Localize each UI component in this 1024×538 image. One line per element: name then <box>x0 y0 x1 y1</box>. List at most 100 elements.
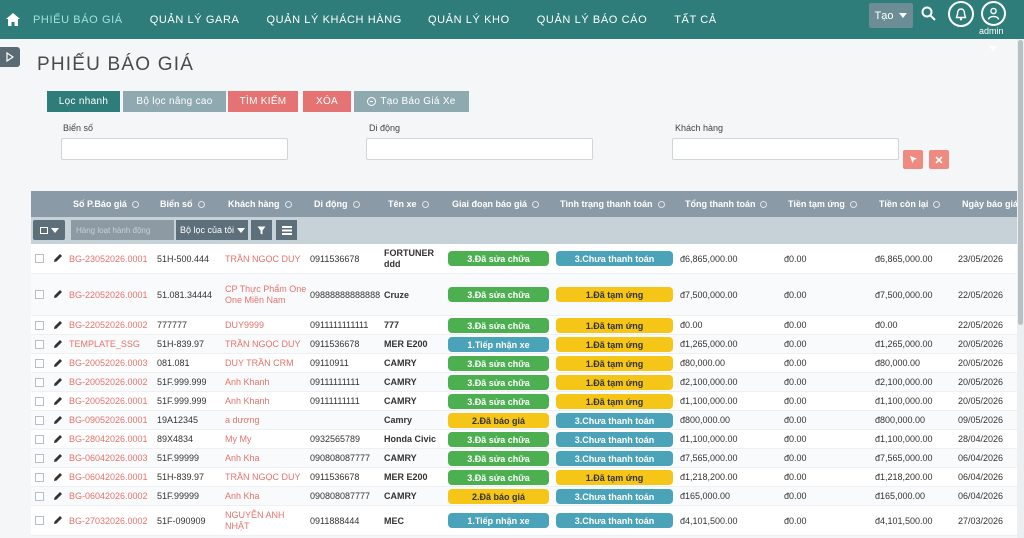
clear-filter-icon[interactable] <box>929 150 949 169</box>
row-checkbox[interactable] <box>35 321 44 330</box>
table-row[interactable]: BG-27032026.0002 51F-090909 NGUYỄN ANH NHẬ… <box>31 506 1017 536</box>
create-quote-button[interactable]: Tạo Báo Giá Xe <box>354 91 469 112</box>
col-payment[interactable]: Tình trạng thanh toán <box>560 191 665 217</box>
customer-link[interactable]: Anh Kha <box>225 487 307 506</box>
pencil-icon[interactable] <box>53 289 63 302</box>
quote-number-link[interactable]: BG-23052026.0001 <box>69 244 155 274</box>
table-row[interactable]: BG-06042026.0003 51F.99999 Anh Kha 09080808… <box>31 449 1017 468</box>
customer-link[interactable]: My My <box>225 430 307 449</box>
columns-list-icon[interactable] <box>276 220 297 240</box>
col-quote-no[interactable]: Số P.Báo giá <box>73 191 139 217</box>
chevron-down-icon[interactable] <box>989 46 997 51</box>
bulk-action-select[interactable]: Hàng loạt hành động <box>71 220 174 240</box>
table-row[interactable]: TEMPLATE_SSG 51H-839.97 TRẦN NGỌC DUY 09115… <box>31 335 1017 354</box>
quote-number-link[interactable]: TEMPLATE_SSG <box>69 335 155 354</box>
col-date[interactable]: Ngày báo giá <box>962 191 1024 217</box>
filter-icon[interactable] <box>251 220 272 240</box>
nav-quotes[interactable]: PHIẾU BÁO GIÁ <box>33 0 123 39</box>
quote-number-link[interactable]: BG-20052026.0001 <box>69 392 155 411</box>
pencil-icon[interactable] <box>53 320 63 333</box>
customer-link[interactable]: CP Thực Phẩm One One Miền Nam <box>225 274 307 316</box>
customer-link[interactable]: TRẦN NGỌC DUY <box>225 468 307 487</box>
customer-link[interactable]: a dương <box>225 411 307 430</box>
table-row[interactable]: BG-23052026.0001 51H-500.444 TRẦN NGỌC DUY… <box>31 244 1017 274</box>
pencil-icon[interactable] <box>53 396 63 409</box>
table-row[interactable]: BG-06042026.0001 51H-839.97 TRẦN NGỌC DUY 0… <box>31 468 1017 487</box>
row-checkbox[interactable] <box>35 340 44 349</box>
pencil-icon[interactable] <box>53 515 63 528</box>
col-advance[interactable]: Tiền tạm ứng <box>788 191 857 217</box>
scrollbar-thumb[interactable] <box>1018 40 1023 325</box>
customer-link[interactable]: TRẦN NGỌC DUY <box>225 244 307 274</box>
select-cursor-icon[interactable] <box>903 150 923 169</box>
quote-number-link[interactable]: BG-28042026.0001 <box>69 430 155 449</box>
table-row[interactable]: BG-20052026.0002 51F.999.999 Anh Khanh 0911… <box>31 373 1017 392</box>
table-row[interactable]: BG-20052026.0003 081.081 DUY TRẦN CRM 09110… <box>31 354 1017 373</box>
table-row[interactable]: BG-09052026.0001 19A12345 a dương Camry đ800… <box>31 411 1017 430</box>
customer-link[interactable]: DUY9999 <box>225 316 307 335</box>
nav-customers[interactable]: QUẢN LÝ KHÁCH HÀNG <box>266 0 402 39</box>
nav-warehouse[interactable]: QUẢN LÝ KHO <box>428 0 510 39</box>
col-remain[interactable]: Tiền còn lại <box>879 191 941 217</box>
user-avatar-icon[interactable] <box>981 1 1006 26</box>
home-icon[interactable] <box>0 0 26 39</box>
row-checkbox[interactable] <box>35 516 44 525</box>
quote-number-link[interactable]: BG-09052026.0001 <box>69 411 155 430</box>
my-filter-dropdown[interactable]: Bộ lọc của tôi <box>176 220 248 240</box>
pencil-icon[interactable] <box>53 415 63 428</box>
nav-all[interactable]: TẤT CẢ <box>674 0 717 39</box>
table-row[interactable]: BG-06042026.0002 51F.99999 Anh Kha 09080808… <box>31 487 1017 506</box>
customer-link[interactable]: Anh Khanh <box>225 373 307 392</box>
pencil-icon[interactable] <box>53 253 63 266</box>
pencil-icon[interactable] <box>53 339 63 352</box>
col-car[interactable]: Tên xe <box>388 191 429 217</box>
quote-number-link[interactable]: BG-06042026.0002 <box>69 487 155 506</box>
customer-link[interactable]: NGUYỄN ANH NHẬT <box>225 506 307 536</box>
row-checkbox[interactable] <box>35 378 44 387</box>
pencil-icon[interactable] <box>53 491 63 504</box>
pencil-icon[interactable] <box>53 358 63 371</box>
customer-link[interactable]: Anh Kha <box>225 449 307 468</box>
quick-filter-button[interactable]: Lọc nhanh <box>47 91 120 112</box>
row-checkbox[interactable] <box>35 435 44 444</box>
quote-number-link[interactable]: BG-27032026.0002 <box>69 506 155 536</box>
customer-link[interactable]: Anh Khanh <box>225 392 307 411</box>
advanced-filter-button[interactable]: Bộ lọc nâng cao <box>123 91 226 112</box>
table-row[interactable]: BG-22052026.0001 51.081.34444 CP Thực Phẩm… <box>31 274 1017 316</box>
pencil-icon[interactable] <box>53 453 63 466</box>
pencil-icon[interactable] <box>53 472 63 485</box>
customer-filter-input[interactable] <box>672 138 899 160</box>
phone-filter-input[interactable] <box>366 138 593 160</box>
search-icon[interactable] <box>921 6 936 24</box>
row-checkbox[interactable] <box>35 473 44 482</box>
search-button[interactable]: Tìm kiếm <box>228 91 298 112</box>
nav-garage[interactable]: QUẢN LÝ GARA <box>150 0 240 39</box>
plate-filter-input[interactable] <box>61 138 288 160</box>
table-row[interactable]: BG-20052026.0001 51F.999.999 Anh Khanh 0911… <box>31 392 1017 411</box>
table-row[interactable]: BG-22052026.0002 777777 DUY9999 09111111111… <box>31 316 1017 335</box>
row-checkbox[interactable] <box>35 416 44 425</box>
select-all-dropdown[interactable] <box>33 220 65 240</box>
col-plate[interactable]: Biển số <box>160 191 205 217</box>
quote-number-link[interactable]: BG-22052026.0002 <box>69 316 155 335</box>
customer-link[interactable]: DUY TRẦN CRM <box>225 354 307 373</box>
nav-reports[interactable]: QUẢN LÝ BÁO CÁO <box>537 0 647 39</box>
quote-number-link[interactable]: BG-20052026.0002 <box>69 373 155 392</box>
row-checkbox[interactable] <box>35 492 44 501</box>
col-total[interactable]: Tổng thanh toán <box>685 191 768 217</box>
pencil-icon[interactable] <box>53 434 63 447</box>
row-checkbox[interactable] <box>35 454 44 463</box>
sidebar-toggle-icon[interactable] <box>0 47 20 67</box>
col-stage[interactable]: Giai đoạn báo giá <box>452 191 540 217</box>
row-checkbox[interactable] <box>35 290 44 299</box>
quote-number-link[interactable]: BG-06042026.0001 <box>69 468 155 487</box>
bell-icon[interactable] <box>948 1 974 27</box>
create-dropdown[interactable]: Tạo <box>869 3 913 28</box>
row-checkbox[interactable] <box>35 397 44 406</box>
quote-number-link[interactable]: BG-22052026.0001 <box>69 274 155 316</box>
quote-number-link[interactable]: BG-06042026.0003 <box>69 449 155 468</box>
row-checkbox[interactable] <box>35 359 44 368</box>
customer-link[interactable]: TRẦN NGỌC DUY <box>225 335 307 354</box>
row-checkbox[interactable] <box>35 254 44 263</box>
table-row[interactable]: BG-28042026.0001 89X4834 My My 0932565789 Ho… <box>31 430 1017 449</box>
